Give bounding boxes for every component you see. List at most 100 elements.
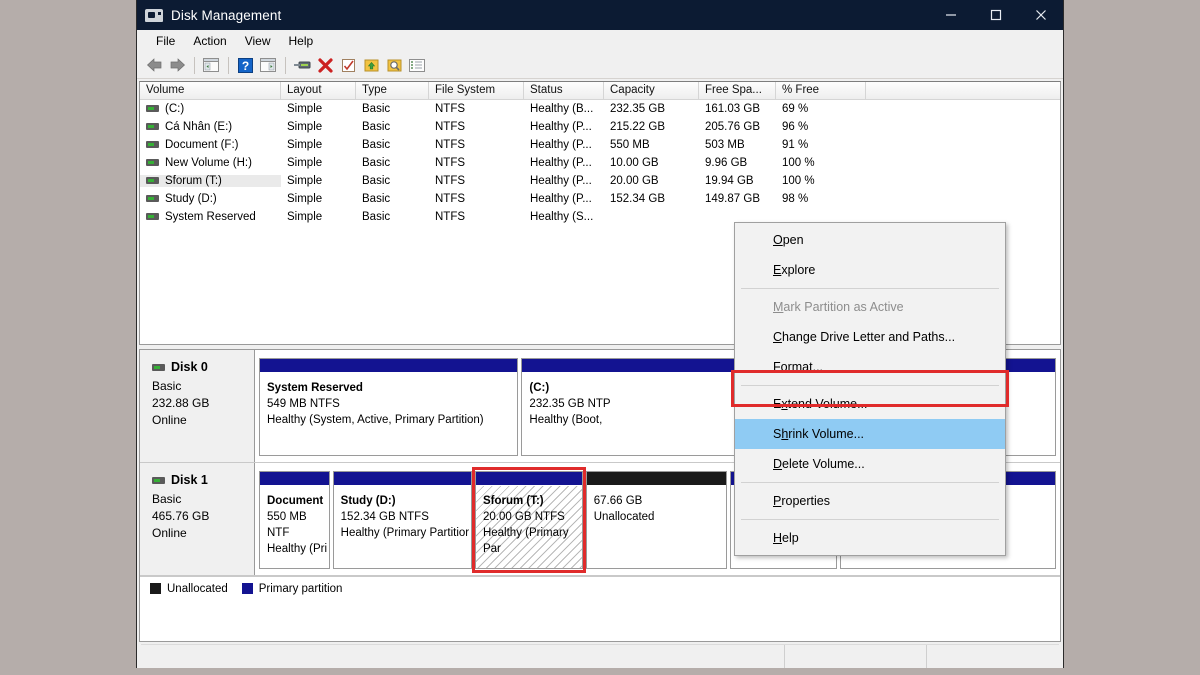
legend-label-primary-partition: Primary partition	[259, 583, 343, 595]
cell-type: Basic	[356, 157, 429, 169]
cell-percent-free: 69 %	[776, 103, 866, 115]
rescan-disks-icon[interactable]	[360, 54, 382, 76]
minimize-button[interactable]	[928, 0, 973, 30]
partition-block[interactable]: Document550 MB NTFHealthy (Pri	[259, 471, 330, 569]
cell-percent-free: 100 %	[776, 157, 866, 169]
menu-item-properties[interactable]: Properties	[735, 486, 1005, 516]
disk-info-panel[interactable]: Disk 0Basic232.88 GBOnline	[140, 350, 255, 462]
disk-name-text: Disk 1	[171, 473, 208, 487]
refresh-icon[interactable]	[337, 54, 359, 76]
menu-item-mark-partition-as-active: Mark Partition as Active	[735, 292, 1005, 322]
maximize-button[interactable]	[973, 0, 1018, 30]
menu-item-label: Extend Volume...	[773, 397, 868, 411]
column-header-capacity[interactable]: Capacity	[604, 82, 699, 99]
partition-block[interactable]: 67.66 GBUnallocated	[586, 471, 727, 569]
cell-type: Basic	[356, 121, 429, 133]
partition-block[interactable]: System Reserved549 MB NTFSHealthy (Syste…	[259, 358, 518, 456]
close-button[interactable]	[1018, 0, 1063, 30]
cell-type: Basic	[356, 211, 429, 223]
cell-type: Basic	[356, 103, 429, 115]
cell-free-space: 149.87 GB	[699, 193, 776, 205]
menu-item-change-drive-letter-and-paths[interactable]: Change Drive Letter and Paths...	[735, 322, 1005, 352]
delete-icon[interactable]	[314, 54, 336, 76]
partition-color-bar	[476, 472, 582, 486]
table-row[interactable]: New Volume (H:)SimpleBasicNTFSHealthy (P…	[140, 154, 1060, 172]
partition-block[interactable]: Sforum (T:)20.00 GB NTFSHealthy (Primary…	[475, 471, 583, 569]
column-header-filler	[866, 82, 1060, 99]
volume-label: Cá Nhân (E:)	[165, 121, 232, 133]
help-icon[interactable]: ?	[234, 54, 256, 76]
cell-file-system: NTFS	[429, 103, 524, 115]
menu-help[interactable]: Help	[280, 32, 323, 50]
cell-volume: System Reserved	[140, 211, 281, 223]
menu-item-explore[interactable]: Explore	[735, 255, 1005, 285]
column-header-percent-free[interactable]: % Free	[776, 82, 866, 99]
partition-color-bar	[587, 472, 726, 486]
table-row[interactable]: Cá Nhân (E:)SimpleBasicNTFSHealthy (P...…	[140, 118, 1060, 136]
disk-name: Disk 1	[152, 473, 254, 487]
cell-type: Basic	[356, 139, 429, 151]
back-arrow-icon[interactable]	[143, 54, 165, 76]
table-row[interactable]: (C:)SimpleBasicNTFSHealthy (B...232.35 G…	[140, 100, 1060, 118]
volume-list-header: Volume Layout Type File System Status Ca…	[140, 82, 1060, 100]
table-row[interactable]: Sforum (T:)SimpleBasicNTFSHealthy (P...2…	[140, 172, 1060, 190]
menu-item-format[interactable]: Format...	[735, 352, 1005, 382]
cell-percent-free: 98 %	[776, 193, 866, 205]
show-hide-console-tree-icon[interactable]	[200, 54, 222, 76]
cell-layout: Simple	[281, 121, 356, 133]
menu-file[interactable]: File	[147, 32, 184, 50]
cell-status: Healthy (P...	[524, 139, 604, 151]
column-header-volume[interactable]: Volume	[140, 82, 281, 99]
legend-swatch-unallocated	[150, 583, 161, 594]
cell-capacity: 232.35 GB	[604, 103, 699, 115]
table-row[interactable]: Study (D:)SimpleBasicNTFSHealthy (P...15…	[140, 190, 1060, 208]
menu-separator	[741, 482, 999, 483]
forward-arrow-icon[interactable]	[166, 54, 188, 76]
partition-color-bar	[260, 359, 517, 373]
disk-drive-icon	[145, 7, 163, 23]
menu-action[interactable]: Action	[184, 32, 235, 50]
column-header-layout[interactable]: Layout	[281, 82, 356, 99]
cell-type: Basic	[356, 175, 429, 187]
volume-drive-icon	[146, 195, 159, 202]
properties-icon[interactable]	[291, 54, 313, 76]
cell-volume: Cá Nhân (E:)	[140, 121, 281, 133]
volume-list-rows: (C:)SimpleBasicNTFSHealthy (B...232.35 G…	[140, 100, 1060, 226]
cell-file-system: NTFS	[429, 139, 524, 151]
column-header-type[interactable]: Type	[356, 82, 429, 99]
cell-file-system: NTFS	[429, 211, 524, 223]
column-header-status[interactable]: Status	[524, 82, 604, 99]
menu-item-extend-volume[interactable]: Extend Volume...	[735, 389, 1005, 419]
menu-item-shrink-volume[interactable]: Shrink Volume...	[735, 419, 1005, 449]
menu-item-help[interactable]: Help	[735, 523, 1005, 553]
menu-item-label: Open	[773, 233, 804, 247]
column-header-file-system[interactable]: File System	[429, 82, 524, 99]
disk-name: Disk 0	[152, 360, 254, 374]
status-pane-3	[927, 645, 1059, 668]
cell-percent-free: 100 %	[776, 175, 866, 187]
cell-file-system: NTFS	[429, 157, 524, 169]
partition-details: Sforum (T:)20.00 GB NTFSHealthy (Primary…	[476, 486, 582, 568]
search-disk-icon[interactable]	[383, 54, 405, 76]
disk-icon	[152, 364, 165, 371]
menu-view[interactable]: View	[236, 32, 280, 50]
menu-item-delete-volume[interactable]: Delete Volume...	[735, 449, 1005, 479]
cell-percent-free: 91 %	[776, 139, 866, 151]
all-tasks-icon[interactable]	[406, 54, 428, 76]
cell-free-space: 9.96 GB	[699, 157, 776, 169]
disk-info-panel[interactable]: Disk 1Basic465.76 GBOnline	[140, 463, 255, 575]
table-row[interactable]: Document (F:)SimpleBasicNTFSHealthy (P..…	[140, 136, 1060, 154]
cell-status: Healthy (P...	[524, 193, 604, 205]
partition-details: 67.66 GBUnallocated	[587, 486, 726, 568]
partition-color-bar	[260, 472, 329, 486]
column-header-free-space[interactable]: Free Spa...	[699, 82, 776, 99]
partition-color-bar	[334, 472, 471, 486]
disk-state: Online	[152, 412, 254, 429]
partition-block[interactable]: Study (D:)152.34 GB NTFSHealthy (Primary…	[333, 471, 472, 569]
show-action-pane-icon[interactable]	[257, 54, 279, 76]
title-bar: Disk Management	[137, 0, 1063, 30]
cell-volume: Sforum (T:)	[140, 175, 281, 187]
cell-free-space: 19.94 GB	[699, 175, 776, 187]
partition-size-fs: 67.66 GB	[594, 493, 726, 509]
menu-item-open[interactable]: Open	[735, 225, 1005, 255]
